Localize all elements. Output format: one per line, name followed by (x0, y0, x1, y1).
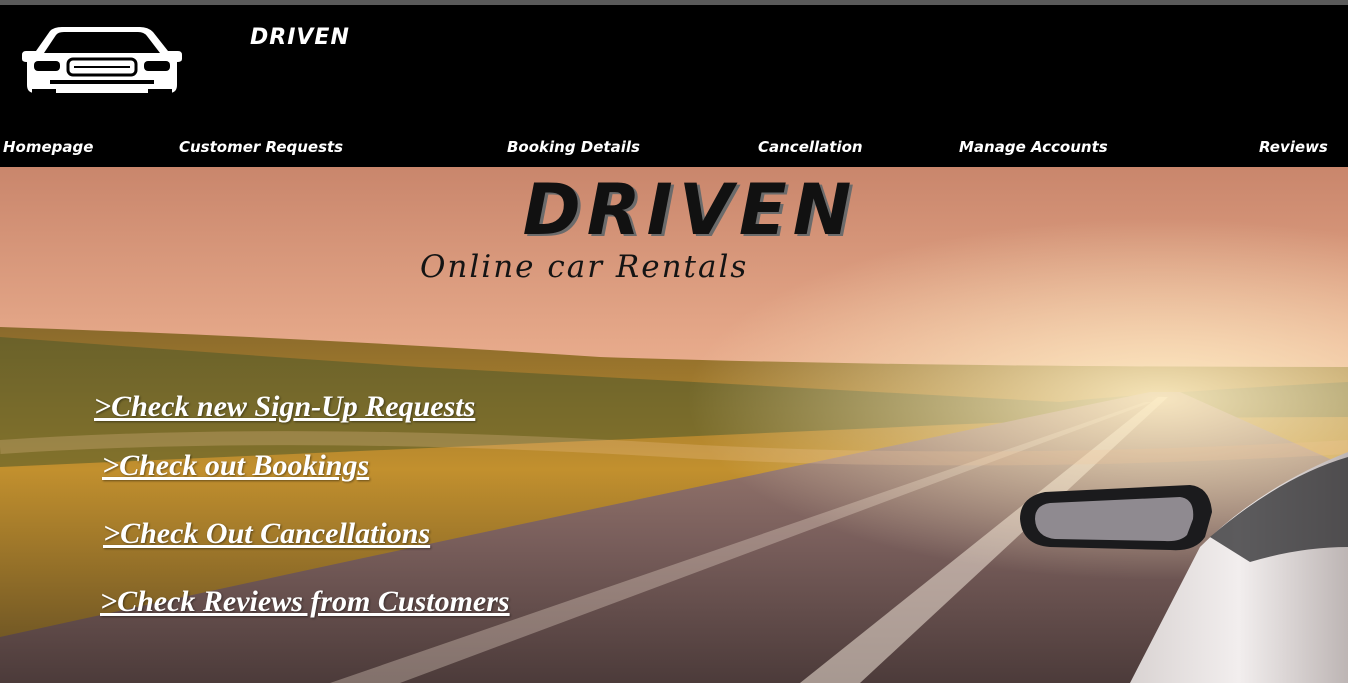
link-signup-requests[interactable]: >Check new Sign-Up Requests (94, 390, 475, 424)
nav-customer-requests[interactable]: Customer Requests (179, 138, 343, 156)
hero-subtitle: Online car Rentals (420, 249, 749, 285)
link-cancellations[interactable]: >Check Out Cancellations (103, 517, 430, 551)
link-reviews[interactable]: >Check Reviews from Customers (100, 585, 510, 619)
nav-booking-details[interactable]: Booking Details (507, 138, 640, 156)
nav-cancellation[interactable]: Cancellation (758, 138, 863, 156)
nav-homepage[interactable]: Homepage (3, 138, 93, 156)
hero-banner: DRIVEN Online car Rentals >Check new Sig… (0, 167, 1348, 683)
site-header: DRIVEN Homepage Customer Requests Bookin… (0, 5, 1348, 167)
header-brand: DRIVEN (250, 25, 350, 50)
car-front-icon (22, 27, 182, 97)
hero-title: DRIVEN (522, 169, 858, 251)
nav-manage-accounts[interactable]: Manage Accounts (959, 138, 1108, 156)
nav-reviews[interactable]: Reviews (1259, 138, 1328, 156)
link-bookings[interactable]: >Check out Bookings (102, 449, 369, 483)
